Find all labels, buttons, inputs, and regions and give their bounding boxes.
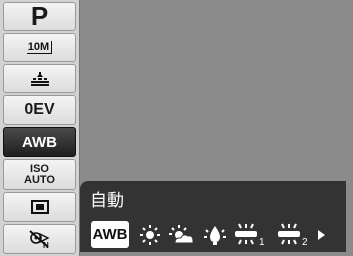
scene-detect-button[interactable]: N xyxy=(3,224,76,254)
svg-text:N: N xyxy=(43,241,49,249)
cloudy-icon xyxy=(167,224,195,246)
resolution-label: 10M xyxy=(27,41,50,53)
fluorescent-1-option[interactable]: 1 xyxy=(234,222,268,248)
iso-button[interactable]: ISO AUTO xyxy=(3,159,76,190)
white-balance-label: AWB xyxy=(22,133,57,151)
tungsten-option[interactable] xyxy=(203,222,227,248)
fluorescent-1-icon: 1 xyxy=(234,223,268,247)
awb-option[interactable]: AWB xyxy=(91,221,129,248)
awb-option-label: AWB xyxy=(92,226,128,243)
metering-button[interactable] xyxy=(3,192,76,222)
fluorescent-1-sub: 1 xyxy=(259,237,265,247)
option-title: 自動 xyxy=(90,191,124,211)
tungsten-icon xyxy=(203,224,227,246)
mode-p-button[interactable]: P xyxy=(3,1,76,31)
exposure-label: 0EV xyxy=(24,101,55,118)
metering-icon xyxy=(30,200,49,214)
chevron-right-icon xyxy=(316,228,326,242)
white-balance-button[interactable]: AWB xyxy=(3,127,76,157)
iso-value: AUTO xyxy=(24,173,55,186)
sun-option[interactable] xyxy=(138,222,162,248)
cloudy-option[interactable] xyxy=(167,222,195,248)
resolution-icon: 10M xyxy=(26,41,53,54)
settings-sidebar: P 10M 0EV AWB ISO AUTO N xyxy=(0,0,80,256)
fluorescent-2-sub: 2 xyxy=(302,237,308,247)
fluorescent-2-icon: 2 xyxy=(277,223,311,247)
fluorescent-2-option[interactable]: 2 xyxy=(277,222,311,248)
scene-detect-off-icon: N xyxy=(28,229,52,249)
exposure-button[interactable]: 0EV xyxy=(3,95,76,125)
sun-icon xyxy=(139,224,161,246)
next-option-button[interactable] xyxy=(315,222,327,248)
quality-button[interactable] xyxy=(3,64,76,93)
iso-label: ISO xyxy=(30,162,49,175)
resolution-button[interactable]: 10M xyxy=(3,33,76,62)
quality-icon xyxy=(29,71,51,86)
mode-label: P xyxy=(30,1,49,31)
